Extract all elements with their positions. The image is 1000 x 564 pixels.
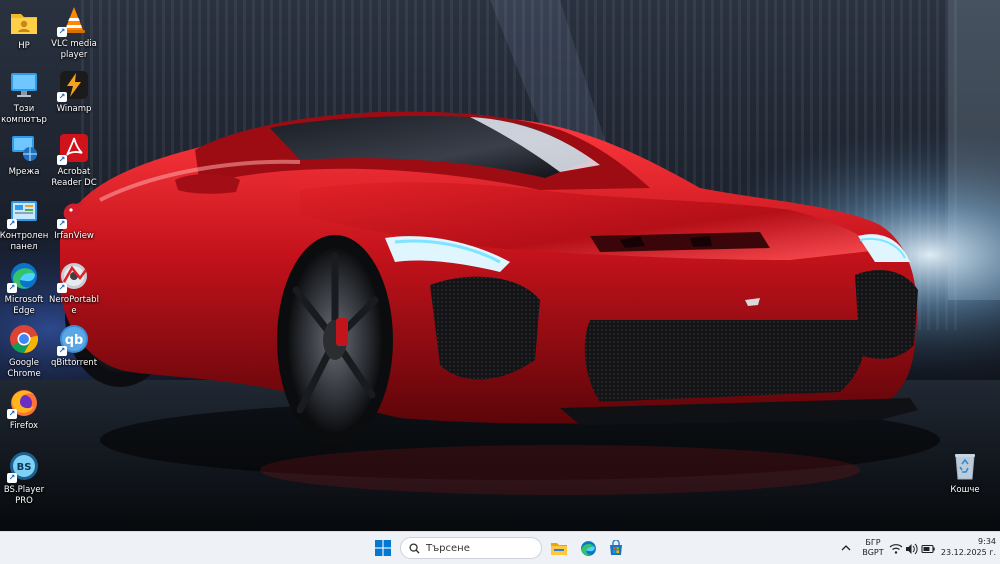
nero-icon: ↗ bbox=[57, 260, 90, 293]
shortcut-arrow-icon: ↗ bbox=[57, 92, 67, 102]
clock[interactable]: 9:34 23.12.2025 г. bbox=[940, 537, 996, 561]
desktop-icon-firefox[interactable]: ↗ Firefox bbox=[0, 386, 51, 432]
desktop-icon-hp[interactable]: HP bbox=[0, 6, 51, 52]
desktop-icon-label: Acrobat Reader DC bbox=[51, 167, 97, 188]
desktop-icon-label: VLC media player bbox=[51, 39, 97, 60]
search-placeholder: Търсене bbox=[426, 542, 470, 554]
desktop-icon-control-panel[interactable]: ↗ Контролен панел bbox=[0, 196, 51, 253]
network-icon bbox=[8, 132, 40, 164]
desktop-icon-edge[interactable]: ↗ Microsoft Edge bbox=[0, 260, 51, 317]
desktop-icon-winamp[interactable]: ↗ Winamp bbox=[47, 69, 101, 115]
recycle-bin-icon bbox=[949, 450, 981, 482]
svg-text:BS: BS bbox=[17, 462, 32, 473]
language-code: БГР bbox=[865, 538, 881, 547]
shortcut-arrow-icon: ↗ bbox=[57, 219, 67, 229]
battery-icon bbox=[921, 544, 935, 554]
shortcut-arrow-icon: ↗ bbox=[7, 473, 17, 483]
desktop-icon-vlc[interactable]: ↗ VLC media player bbox=[47, 4, 101, 61]
monitor-icon bbox=[8, 69, 40, 101]
vlc-cone-icon: ↗ bbox=[57, 4, 90, 37]
desktop-icon-nero[interactable]: ↗ NeroPortable bbox=[47, 260, 101, 317]
shortcut-arrow-icon: ↗ bbox=[7, 409, 17, 419]
edge-icon: ↗ bbox=[7, 260, 40, 293]
shortcut-arrow-icon: ↗ bbox=[7, 219, 17, 229]
desktop-icon-bsplayer[interactable]: BS ↗ BS.Player PRO bbox=[0, 450, 51, 507]
desktop-icon-label: HP bbox=[18, 41, 30, 51]
language-indicator[interactable]: БГР BGPT bbox=[860, 538, 886, 560]
clock-date: 23.12.2025 г. bbox=[940, 548, 996, 557]
desktop-icon-this-pc[interactable]: Този компютър bbox=[0, 69, 51, 126]
desktop-icon-irfanview[interactable]: ↗ IrfanView bbox=[47, 196, 101, 242]
desktop-icon-label: Microsoft Edge bbox=[4, 295, 44, 316]
desktop-icon-label: Мрежа bbox=[8, 167, 40, 177]
desktop-icon-label: NeroPortable bbox=[49, 295, 99, 316]
taskbar-file-explorer[interactable] bbox=[547, 536, 571, 560]
start-button[interactable] bbox=[371, 536, 395, 560]
desktop-icon-label: IrfanView bbox=[54, 231, 94, 241]
control-panel-icon: ↗ bbox=[7, 196, 40, 229]
search-icon bbox=[409, 542, 420, 554]
irfanview-icon: ↗ bbox=[57, 196, 90, 229]
taskbar-microsoft-store[interactable] bbox=[604, 536, 628, 560]
shortcut-arrow-icon: ↗ bbox=[7, 283, 17, 293]
desktop-icon-acrobat[interactable]: ↗ Acrobat Reader DC bbox=[47, 132, 101, 189]
desktop-icon-label: Google Chrome bbox=[7, 358, 41, 379]
shortcut-arrow-icon: ↗ bbox=[57, 27, 67, 37]
desktop-icon-label: Кошче bbox=[950, 485, 980, 495]
show-hidden-icons-button[interactable] bbox=[836, 536, 856, 560]
microsoft-store-icon bbox=[610, 540, 622, 555]
volume-icon bbox=[906, 543, 918, 555]
windows-logo-icon bbox=[375, 540, 391, 556]
chevron-up-icon bbox=[841, 545, 851, 551]
file-explorer-icon bbox=[551, 543, 567, 555]
winamp-bolt-icon: ↗ bbox=[57, 69, 90, 102]
desktop-wallpaper bbox=[0, 0, 1000, 531]
acrobat-icon: ↗ bbox=[57, 132, 90, 165]
taskbar-search-box[interactable]: Търсене bbox=[400, 537, 542, 559]
desktop-icon-network[interactable]: Мрежа bbox=[0, 132, 51, 178]
firefox-icon: ↗ bbox=[7, 386, 40, 419]
bsplayer-icon: BS ↗ bbox=[7, 450, 40, 483]
desktop-icon-recycle-bin[interactable]: Кошче bbox=[938, 450, 992, 496]
desktop-icon-chrome[interactable]: Google Chrome bbox=[0, 323, 51, 380]
desktop-icon-label: Firefox bbox=[9, 421, 39, 431]
desktop-icon-label: Този компютър bbox=[1, 104, 47, 125]
taskbar-edge[interactable] bbox=[576, 536, 600, 560]
keyboard-layout: BGPT bbox=[862, 548, 884, 557]
desktop-icon-label: qBittorrent bbox=[50, 358, 98, 368]
qbittorrent-icon: qb ↗ bbox=[57, 323, 90, 356]
taskbar: Търсене БГР BGPT 9:34 23.12.2025 г. bbox=[0, 531, 1000, 564]
desktop-icon-label: Winamp bbox=[56, 104, 92, 114]
shortcut-arrow-icon: ↗ bbox=[57, 346, 67, 356]
shortcut-arrow-icon: ↗ bbox=[57, 155, 67, 165]
wifi-icon bbox=[889, 544, 903, 554]
desktop-icon-qbittorrent[interactable]: qb ↗ qBittorrent bbox=[47, 323, 101, 369]
desktop-icon-label: BS.Player PRO bbox=[3, 485, 45, 506]
chrome-icon bbox=[8, 323, 40, 355]
quick-settings-button[interactable] bbox=[889, 541, 937, 555]
shortcut-arrow-icon: ↗ bbox=[57, 283, 67, 293]
edge-icon bbox=[580, 540, 596, 556]
user-folder-icon bbox=[8, 6, 40, 38]
svg-text:qb: qb bbox=[65, 333, 84, 348]
desktop-icon-label: Контролен панел bbox=[0, 231, 49, 252]
clock-time: 9:34 bbox=[978, 537, 996, 546]
